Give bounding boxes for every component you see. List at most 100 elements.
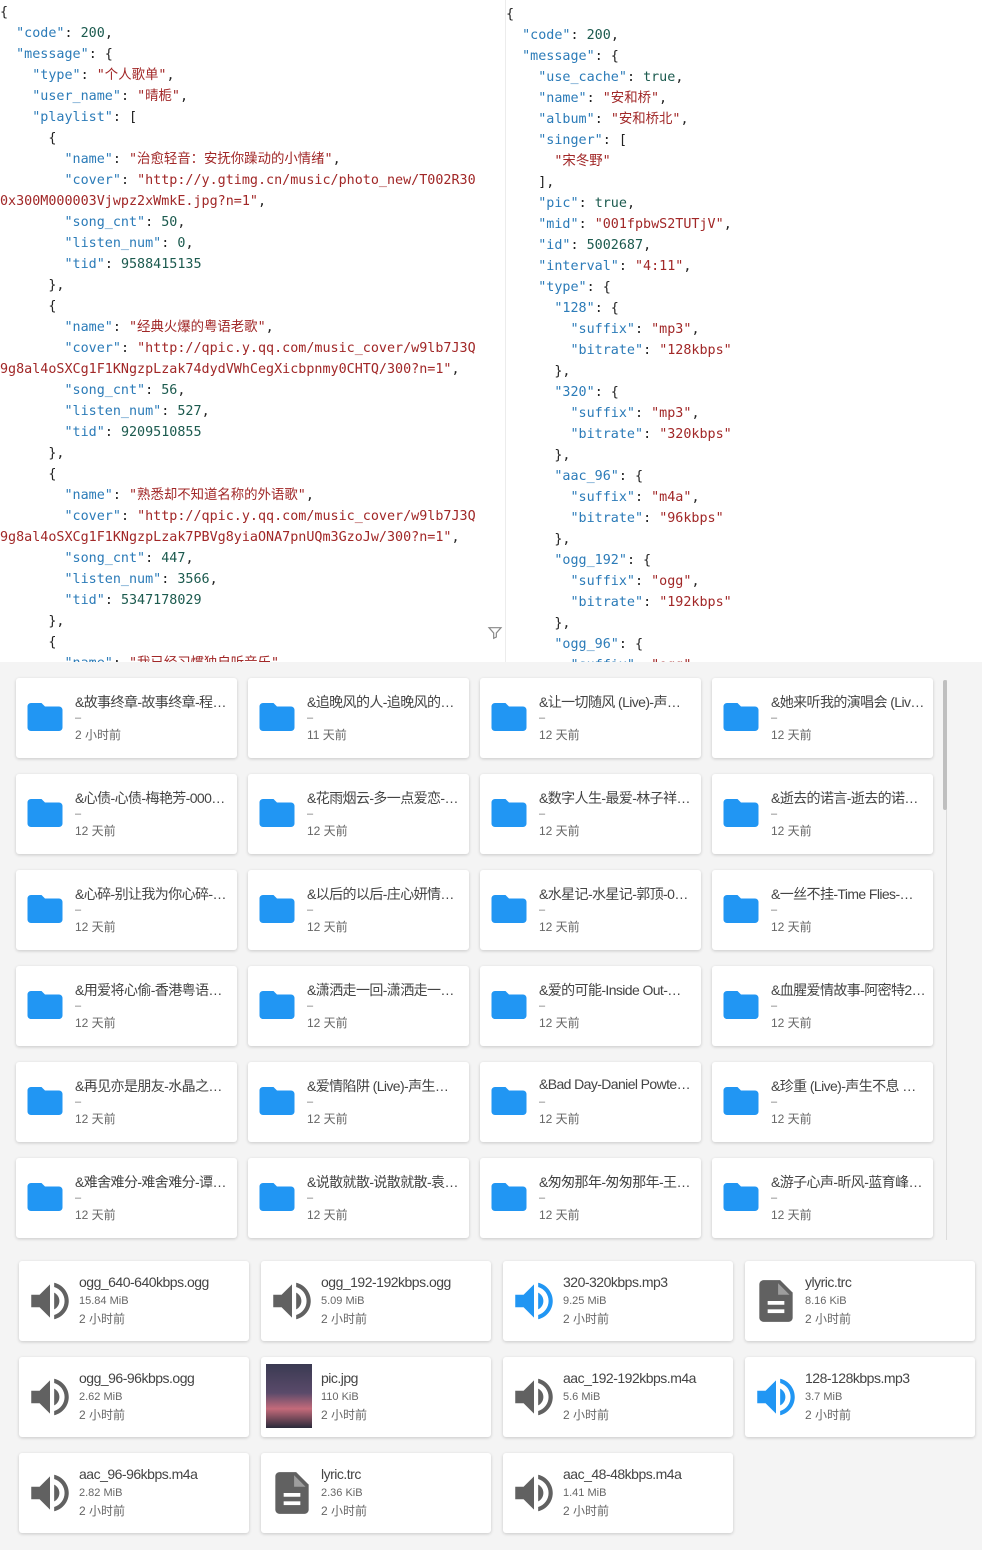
folder-size: – [771, 1096, 778, 1108]
json-string: "http://qpic.y.qq.com/music_cover/w9lb7J… [137, 341, 476, 356]
json-value: 56 [161, 383, 178, 398]
folder-card[interactable]: &以后的以后-庄心妍情歌精选... – 12 天前 [248, 870, 469, 950]
folder-card[interactable]: &数字人生-最爱-林子祥-003M... – 12 天前 [480, 774, 701, 854]
json-key: "album" [538, 112, 595, 127]
file-modified: 2 小时前 [321, 1408, 368, 1422]
json-key: "name" [538, 91, 587, 106]
file-card[interactable]: aac_192-192kbps.m4a 5.6 MiB 2 小时前 [503, 1357, 733, 1437]
json-line: }, [0, 443, 506, 464]
folder-card[interactable]: &花雨烟云-多一点爱恋-周慧敏-... – 12 天前 [248, 774, 469, 854]
json-punct [506, 238, 538, 253]
json-punct: : [120, 89, 138, 104]
speaker-icon [267, 1276, 317, 1326]
file-card[interactable]: ogg_96-96kbps.ogg 2.62 MiB 2 小时前 [19, 1357, 249, 1437]
scrollbar-thumb[interactable] [943, 680, 947, 810]
file-card[interactable]: pic.jpg 110 KiB 2 小时前 [261, 1357, 491, 1437]
json-punct: ], [506, 175, 555, 190]
json-line: "suffix": "mp3", [506, 319, 982, 340]
file-card[interactable]: ogg_640-640kbps.ogg 15.84 MiB 2 小时前 [19, 1261, 249, 1341]
folder-card[interactable]: &她来听我的演唱会 (Live)-声生不... – 12 天前 [712, 678, 933, 758]
file-modified: 2 小时前 [79, 1504, 126, 1518]
json-value: true [594, 196, 627, 211]
file-modified: 2 小时前 [805, 1408, 852, 1422]
json-punct: , [626, 196, 635, 211]
json-punct: , [332, 152, 341, 167]
file-card[interactable]: 128-128kbps.mp3 3.7 MiB 2 小时前 [745, 1357, 975, 1437]
folder-card[interactable]: &珍重 (Live)-声生不息 第12期... – 12 天前 [712, 1062, 933, 1142]
folder-card[interactable]: &逝去的诺言-逝去的诺言-阿梨-... – 12 天前 [712, 774, 933, 854]
json-line: { [0, 2, 506, 23]
folder-card[interactable]: &潇洒走一回-潇洒走一回-叶倩... – 12 天前 [248, 966, 469, 1046]
folder-name: &一丝不挂-Time Flies-陈奕迅-... [771, 886, 926, 902]
folder-modified: 12 天前 [539, 1112, 580, 1126]
folder-card[interactable]: &水星记-水星记-郭顶-00485V... – 12 天前 [480, 870, 701, 950]
file-size: 9.25 MiB [563, 1295, 607, 1307]
folder-card[interactable]: &追晚风的人-追晚风的人-徐薇-0... – 11 天前 [248, 678, 469, 758]
json-punct: }, [506, 616, 571, 631]
file-card[interactable]: lyric.trc 2.36 KiB 2 小时前 [261, 1453, 491, 1533]
json-punct: , [691, 406, 700, 421]
folder-icon [720, 1080, 762, 1122]
json-punct: , [691, 322, 700, 337]
file-size: 8.16 KiB [805, 1295, 847, 1307]
folder-card[interactable]: &心碎-别让我为你心碎-易欣-0... – 12 天前 [16, 870, 237, 950]
folder-card[interactable]: &心债-心债-梅艳芳-0002C1Tv... – 12 天前 [16, 774, 237, 854]
json-punct: , [675, 70, 684, 85]
json-string: "128kbps" [659, 343, 732, 358]
folder-icon [720, 696, 762, 738]
folder-card[interactable]: &难舍难分-难舍难分-谭咏麟-0... – 12 天前 [16, 1158, 237, 1238]
json-value: 50 [161, 215, 178, 230]
json-string: "晴栀" [137, 89, 180, 104]
json-line: "listen_num": 3566, [0, 569, 506, 590]
json-punct [506, 259, 538, 274]
folder-card[interactable]: &说散就散-说散就散-袁娅维TI... – 12 天前 [248, 1158, 469, 1238]
file-size: 15.84 MiB [79, 1295, 129, 1307]
folder-icon [256, 1080, 298, 1122]
folder-card[interactable]: &游子心声-昕风-蓝育峰-000A... – 12 天前 [712, 1158, 933, 1238]
folder-icon [488, 792, 530, 834]
json-line: "name": "熟悉却不知道名称的外语歌", [0, 485, 506, 506]
json-punct: : [112, 152, 129, 167]
json-punct: : { [626, 553, 652, 568]
folder-card[interactable]: &一丝不挂-Time Flies-陈奕迅-... – 12 天前 [712, 870, 933, 950]
file-size: 2.36 KiB [321, 1487, 363, 1499]
json-punct: : [618, 259, 635, 274]
folder-icon [488, 984, 530, 1026]
folder-modified: 12 天前 [539, 920, 580, 934]
folder-card[interactable]: &故事终章-故事终章-程响-0002Yj... – 2 小时前 [16, 678, 237, 758]
folder-size: – [771, 808, 778, 820]
file-card[interactable]: aac_48-48kbps.m4a 1.41 MiB 2 小时前 [503, 1453, 733, 1533]
folder-name: &用爱将心偷-香港粤语名曲 顺... [75, 982, 230, 998]
file-card[interactable]: aac_96-96kbps.m4a 2.82 MiB 2 小时前 [19, 1453, 249, 1533]
folder-card[interactable]: &用爱将心偷-香港粤语名曲 顺... – 12 天前 [16, 966, 237, 1046]
json-line: "user_name": "晴栀", [0, 86, 506, 107]
json-key: "listen_num" [64, 404, 162, 419]
json-key: "song_cnt" [64, 383, 146, 398]
folder-icon [720, 984, 762, 1026]
folder-card[interactable]: &爱情陷阱 (Live)-声生不息 第... – 12 天前 [248, 1062, 469, 1142]
folder-icon [24, 984, 66, 1026]
file-size: 5.09 MiB [321, 1295, 365, 1307]
folder-card[interactable]: &匆匆那年-匆匆那年-王菲-00... – 12 天前 [480, 1158, 701, 1238]
folder-card[interactable]: &爱的可能-Inside Out-叶蒨文-... – 12 天前 [480, 966, 701, 1046]
file-card[interactable]: ogg_192-192kbps.ogg 5.09 MiB 2 小时前 [261, 1261, 491, 1341]
folder-card[interactable]: &再见亦是朋友-水晶之恋萨克... – 12 天前 [16, 1062, 237, 1142]
json-punct: : { [618, 637, 644, 652]
folder-card[interactable]: &Bad Day-Daniel Powter (Del... – 12 天前 [480, 1062, 701, 1142]
json-string: "mp3" [651, 406, 692, 421]
folder-icon [24, 1176, 66, 1218]
json-punct [0, 215, 65, 230]
json-punct: , [179, 89, 189, 104]
folder-card[interactable]: &血腥爱情故事-阿密特2-张惠... – 12 天前 [712, 966, 933, 1046]
file-card[interactable]: 320-320kbps.mp3 9.25 MiB 2 小时前 [503, 1261, 733, 1341]
file-card[interactable]: ylyric.trc 8.16 KiB 2 小时前 [745, 1261, 975, 1341]
file-size: 3.7 MiB [805, 1391, 843, 1403]
json-punct: , [201, 404, 210, 419]
json-string: "mp3" [651, 322, 692, 337]
json-line: "suffix": "ogg", [506, 571, 982, 592]
json-punct: , [451, 362, 460, 377]
filter-icon[interactable] [487, 625, 503, 641]
json-key: "bitrate" [570, 511, 644, 526]
folder-size: – [75, 904, 82, 916]
folder-card[interactable]: &让一切随风 (Live)-声生不息 第... – 12 天前 [480, 678, 701, 758]
